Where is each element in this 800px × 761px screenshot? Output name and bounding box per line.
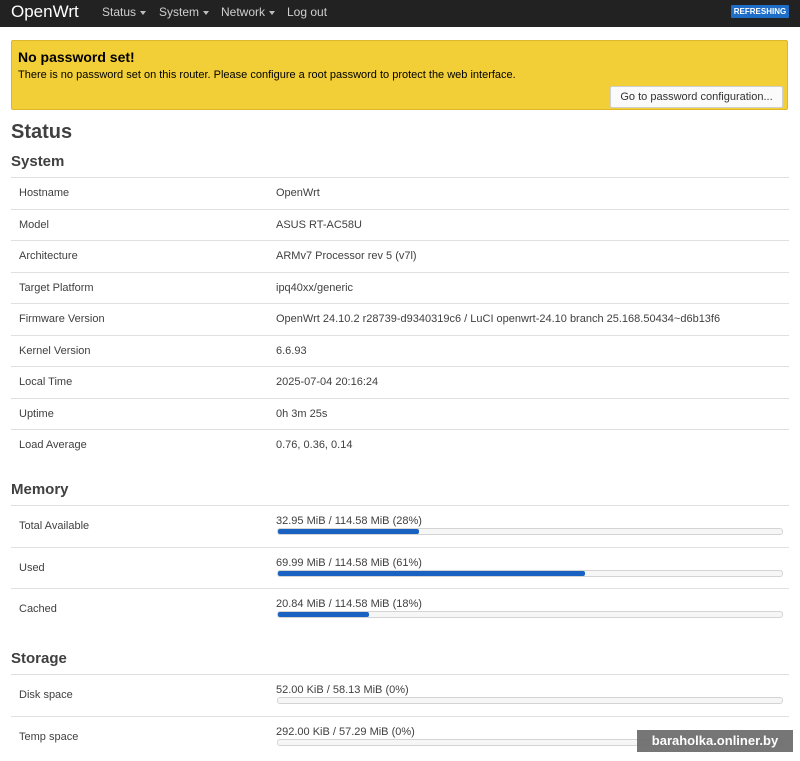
nav-network-menu[interactable]: Network (221, 5, 276, 19)
row-label-load-average: Load Average (19, 439, 87, 451)
table-row: Firmware Version OpenWrt 24.10.2 r28739-d… (11, 303, 789, 336)
row-label-firmware-version: Firmware Version (19, 313, 105, 325)
chevron-down-icon (140, 10, 147, 15)
table-row: Uptime 0h 3m 25s (11, 398, 789, 431)
table-row: Load Average 0.76, 0.36, 0.14 (11, 429, 789, 462)
table-row: Model ASUS RT-AC58U (11, 209, 789, 242)
row-value-uptime: 0h 3m 25s (276, 408, 328, 420)
row-label-model: Model (19, 219, 49, 231)
nav-logout-label: Log out (287, 5, 328, 19)
progress-text-cached: 20.84 MiB / 114.58 MiB (18%) (276, 598, 422, 610)
table-row: Kernel Version 6.6.93 (11, 335, 789, 368)
table-row: Cached 20.84 MiB / 114.58 MiB (18%) (11, 588, 789, 631)
row-label-local-time: Local Time (19, 376, 73, 388)
row-label-disk-space: Disk space (19, 689, 73, 701)
chevron-down-icon (269, 10, 276, 15)
progress-text-disk-space: 52.00 KiB / 58.13 MiB (0%) (276, 684, 409, 696)
row-value-local-time: 2025-07-04 20:16:24 (276, 376, 379, 388)
row-value-load-average: 0.76, 0.36, 0.14 (276, 439, 353, 451)
row-label-architecture: Architecture (19, 250, 78, 262)
progress-fill (278, 571, 586, 576)
row-value-kernel-version: 6.6.93 (276, 345, 307, 357)
table-row: Disk space 52.00 KiB / 58.13 MiB (0%) (11, 674, 789, 717)
progress-bar-disk-space (277, 697, 783, 704)
row-value-firmware-version: OpenWrt 24.10.2 r28739-d9340319c6 / LuCI… (276, 313, 721, 325)
table-row: Used 69.99 MiB / 114.58 MiB (61%) (11, 547, 789, 590)
top-navbar: OpenWrt Status System Network Log out RE… (0, 0, 800, 27)
progress-text-total-available: 32.95 MiB / 114.58 MiB (28%) (276, 515, 422, 527)
table-row: Hostname OpenWrt (11, 177, 789, 210)
row-value-target-platform: ipq40xx/generic (276, 282, 354, 294)
row-label-used: Used (19, 562, 45, 574)
progress-bar-total-available (277, 528, 783, 535)
row-label-target-platform: Target Platform (19, 282, 94, 294)
row-value-hostname: OpenWrt (276, 187, 320, 199)
page-title: Status (11, 121, 73, 143)
nav-logout-link[interactable]: Log out (287, 5, 327, 19)
row-label-cached: Cached (19, 603, 57, 615)
row-value-model: ASUS RT-AC58U (276, 219, 362, 231)
row-label-total-available: Total Available (19, 520, 90, 532)
table-row: Total Available 32.95 MiB / 114.58 MiB (2… (11, 505, 789, 548)
nav-network-label: Network (221, 5, 266, 19)
row-label-kernel-version: Kernel Version (19, 345, 91, 357)
row-label-uptime: Uptime (19, 408, 54, 420)
table-row: Local Time 2025-07-04 20:16:24 (11, 366, 789, 399)
storage-section-title: Storage (11, 650, 67, 667)
progress-fill (278, 612, 369, 617)
chevron-down-icon (203, 10, 210, 15)
table-row: Target Platform ipq40xx/generic (11, 272, 789, 305)
progress-fill (278, 529, 420, 534)
progress-bar-cached (277, 611, 783, 618)
watermark: baraholka.onliner.by (637, 730, 793, 752)
brand-logo[interactable]: OpenWrt (11, 1, 79, 23)
progress-text-temp-space: 292.00 KiB / 57.29 MiB (0%) (276, 726, 415, 738)
alert-message: There is no password set on this router.… (18, 69, 516, 81)
nav-system-label: System (159, 5, 200, 19)
row-label-temp-space: Temp space (19, 731, 79, 743)
password-config-button[interactable]: Go to password configuration... (610, 86, 783, 108)
progress-bar-used (277, 570, 783, 577)
nav-status-menu[interactable]: Status (102, 5, 147, 19)
memory-section-title: Memory (11, 481, 69, 498)
alert-title: No password set! (18, 49, 135, 65)
progress-text-used: 69.99 MiB / 114.58 MiB (61%) (276, 557, 422, 569)
nav-status-label: Status (102, 5, 137, 19)
row-label-hostname: Hostname (19, 187, 70, 199)
system-section-title: System (11, 153, 65, 170)
no-password-alert: No password set! There is no password se… (11, 40, 788, 110)
table-row: Architecture ARMv7 Processor rev 5 (v7l) (11, 240, 789, 273)
row-value-architecture: ARMv7 Processor rev 5 (v7l) (276, 250, 417, 262)
nav-system-menu[interactable]: System (159, 5, 210, 19)
refreshing-badge[interactable]: REFRESHING (731, 5, 789, 18)
